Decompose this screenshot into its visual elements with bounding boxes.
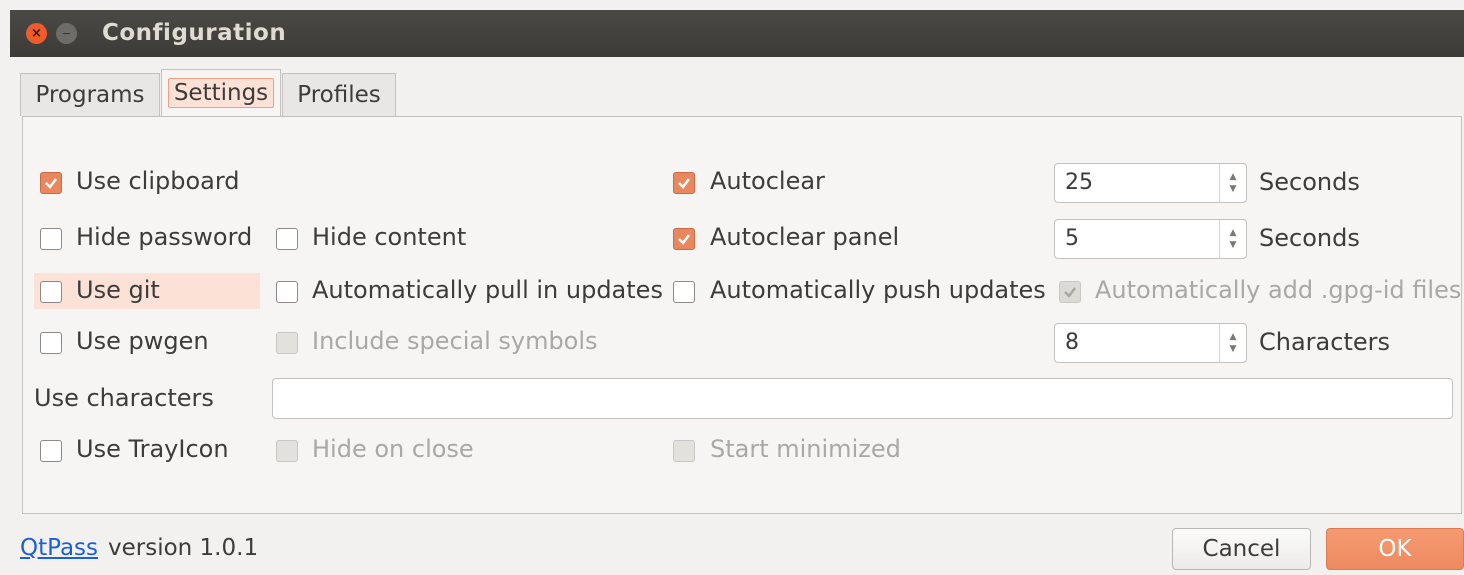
- checkmark-icon: [1064, 287, 1076, 298]
- hide-password-checkbox[interactable]: [40, 228, 62, 250]
- spinbox-value: 5: [1065, 226, 1079, 251]
- tab-profiles[interactable]: Profiles: [282, 73, 396, 116]
- tab-label: Programs: [35, 82, 145, 108]
- autoclear-panel-label[interactable]: Autoclear panel: [710, 223, 899, 251]
- autoclear-panel-seconds-spinbox[interactable]: 5 ▲ ▼: [1054, 219, 1247, 259]
- tab-label: Profiles: [297, 82, 381, 108]
- auto-add-gpg-checkbox[interactable]: [1059, 281, 1081, 303]
- use-characters-label: Use characters: [34, 384, 214, 412]
- use-trayicon-label[interactable]: Use TrayIcon: [76, 435, 229, 463]
- tab-settings[interactable]: Settings: [161, 69, 281, 116]
- use-clipboard-checkbox[interactable]: [40, 172, 62, 194]
- autoclear-panel-checkbox[interactable]: [673, 228, 695, 250]
- use-trayicon-checkbox[interactable]: [40, 440, 62, 462]
- use-git-checkbox[interactable]: [40, 281, 62, 303]
- spinbox-value: 8: [1065, 330, 1079, 355]
- window-title: Configuration: [102, 20, 287, 46]
- include-special-checkbox[interactable]: [276, 332, 298, 354]
- use-git-label[interactable]: Use git: [76, 276, 160, 304]
- auto-push-checkbox[interactable]: [673, 281, 695, 303]
- checkmark-icon: [45, 178, 57, 189]
- autoclear-panel-unit: Seconds: [1259, 224, 1360, 252]
- checkmark-icon: [678, 234, 690, 245]
- start-minimized-label: Start minimized: [710, 435, 901, 463]
- tab-label: Settings: [167, 78, 275, 108]
- minimize-icon[interactable]: −: [56, 23, 77, 44]
- autoclear-unit: Seconds: [1259, 168, 1360, 196]
- use-pwgen-label[interactable]: Use pwgen: [76, 327, 209, 355]
- hide-content-label[interactable]: Hide content: [312, 223, 466, 251]
- qtpass-link[interactable]: QtPass: [20, 535, 98, 561]
- include-special-label: Include special symbols: [312, 327, 598, 355]
- autoclear-seconds-spinbox[interactable]: 25 ▲ ▼: [1054, 163, 1247, 203]
- hide-on-close-checkbox[interactable]: [276, 440, 298, 462]
- password-length-spinbox[interactable]: 8 ▲ ▼: [1054, 323, 1247, 363]
- auto-add-gpg-label: Automatically add .gpg-id files: [1095, 276, 1462, 304]
- ok-button[interactable]: OK: [1326, 528, 1464, 570]
- auto-push-label[interactable]: Automatically push updates: [710, 276, 1046, 304]
- title-bar: × − Configuration: [10, 10, 1464, 57]
- password-length-unit: Characters: [1259, 328, 1390, 356]
- ok-button-label: OK: [1378, 536, 1412, 562]
- close-icon[interactable]: ×: [26, 23, 47, 44]
- hide-on-close-label: Hide on close: [312, 435, 474, 463]
- tab-programs[interactable]: Programs: [20, 73, 160, 116]
- spinbox-value: 25: [1065, 170, 1093, 195]
- auto-pull-label[interactable]: Automatically pull in updates: [312, 276, 663, 304]
- autoclear-label[interactable]: Autoclear: [710, 167, 825, 195]
- autoclear-checkbox[interactable]: [673, 172, 695, 194]
- spin-arrows-icon[interactable]: ▲ ▼: [1219, 324, 1246, 362]
- cancel-button[interactable]: Cancel: [1172, 528, 1311, 570]
- hide-content-checkbox[interactable]: [276, 228, 298, 250]
- use-characters-input[interactable]: [272, 378, 1453, 419]
- spin-arrows-icon[interactable]: ▲ ▼: [1219, 220, 1246, 258]
- version-text: version 1.0.1: [108, 535, 259, 561]
- start-minimized-checkbox[interactable]: [673, 440, 695, 462]
- checkmark-icon: [678, 178, 690, 189]
- auto-pull-checkbox[interactable]: [276, 281, 298, 303]
- cancel-button-label: Cancel: [1202, 536, 1281, 562]
- hide-password-label[interactable]: Hide password: [76, 223, 252, 251]
- use-pwgen-checkbox[interactable]: [40, 332, 62, 354]
- use-clipboard-label[interactable]: Use clipboard: [76, 167, 240, 195]
- spin-arrows-icon[interactable]: ▲ ▼: [1219, 164, 1246, 202]
